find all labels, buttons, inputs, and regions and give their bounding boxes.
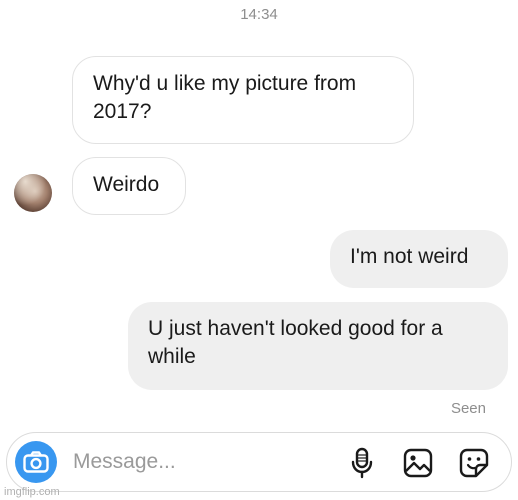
outgoing-message-bubble[interactable]: I'm not weird <box>330 230 508 288</box>
gallery-icon[interactable] <box>401 446 435 480</box>
message-timestamp: 14:34 <box>240 6 278 23</box>
outgoing-message-bubble[interactable]: U just haven't looked good for a while <box>128 302 508 390</box>
incoming-message-bubble[interactable]: Weirdo <box>72 157 186 215</box>
message-composer: Message... <box>6 432 512 492</box>
sticker-icon[interactable] <box>457 446 491 480</box>
microphone-icon[interactable] <box>345 446 379 480</box>
watermark: imgflip.com <box>4 486 60 498</box>
camera-icon[interactable] <box>15 441 57 483</box>
seen-status: Seen <box>450 400 486 417</box>
incoming-message-bubble[interactable]: Why'd u like my picture from 2017? <box>72 56 414 144</box>
contact-avatar[interactable] <box>14 174 52 212</box>
message-input[interactable]: Message... <box>73 450 176 474</box>
